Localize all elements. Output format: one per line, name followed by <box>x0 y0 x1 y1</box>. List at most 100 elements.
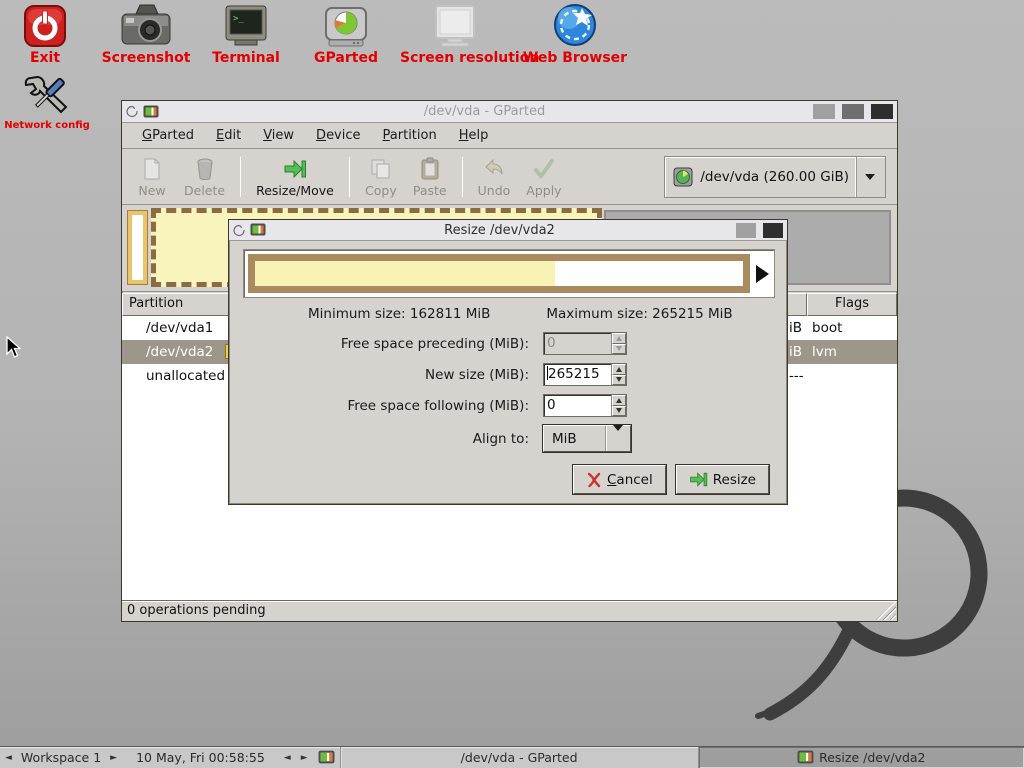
toolbar-separator <box>240 157 241 197</box>
minimum-size-label: Minimum size: 162811 MiB <box>308 306 490 322</box>
spin-up-button[interactable] <box>612 395 626 406</box>
undo-icon <box>482 157 506 181</box>
desktop-icon-screen-resolution[interactable]: Screen resolution <box>400 4 510 66</box>
delete-partition-button[interactable]: Delete <box>176 154 233 199</box>
window-resize-grip[interactable] <box>876 601 896 620</box>
terminal-icon: >_ <box>223 4 269 48</box>
gparted-task-icon <box>797 750 814 765</box>
globe-icon <box>552 2 598 48</box>
device-selector[interactable]: /dev/vda (260.00 GiB) <box>664 156 886 198</box>
undo-button[interactable]: Undo <box>470 154 519 199</box>
desktop: Exit Screenshot >_ Terminal <box>0 0 1024 768</box>
device-selector-arrow[interactable] <box>856 157 883 197</box>
desktop-icon-label: Screenshot <box>91 50 201 66</box>
resize-slider[interactable] <box>243 249 775 298</box>
maximize-button[interactable] <box>842 104 864 119</box>
resize-move-icon <box>689 470 708 489</box>
tasklist-next-arrow[interactable]: ► <box>296 753 313 763</box>
menu-device[interactable]: Device <box>306 125 370 146</box>
menu-help[interactable]: Help <box>449 125 499 146</box>
chevron-down-icon <box>865 174 875 180</box>
align-to-dropdown[interactable]: MiB <box>543 425 631 452</box>
minimize-button[interactable] <box>813 104 835 119</box>
paste-partition-button[interactable]: Paste <box>405 154 455 199</box>
device-selector-value: /dev/vda (260.00 GiB) <box>700 169 849 185</box>
desktop-icon-web-browser[interactable]: Web Browser <box>520 2 630 66</box>
toolbar: New Delete Resize/Move <box>122 149 897 205</box>
chevron-down-icon <box>606 431 630 446</box>
menu-view[interactable]: View <box>253 125 304 146</box>
task-gparted-main[interactable]: /dev/vda - GParted <box>340 747 698 768</box>
gparted-disk-icon <box>323 6 369 48</box>
free-space-preceding-label: Free space preceding (MiB): <box>229 336 529 352</box>
clock: 10 May, Fri 00:58:55 <box>122 750 279 765</box>
toolbar-separator <box>462 157 463 197</box>
copy-partition-button[interactable]: Copy <box>357 154 405 199</box>
dialog-buttons: Cancel Resize <box>573 465 769 494</box>
resize-confirm-button[interactable]: Resize <box>676 465 769 494</box>
spin-down-button[interactable] <box>612 344 626 355</box>
svg-text:>_: >_ <box>233 14 244 24</box>
desktop-icon-network-config[interactable]: Network config <box>0 72 102 131</box>
menu-partition[interactable]: Partition <box>373 125 447 146</box>
partition-visual-vda1[interactable] <box>128 211 147 284</box>
free-space-following-field[interactable]: 0 <box>543 394 627 417</box>
slider-used-space <box>255 261 555 286</box>
device-disk-icon <box>673 167 693 187</box>
desktop-icon-terminal[interactable]: >_ Terminal <box>191 4 301 66</box>
desktop-icon-gparted[interactable]: GParted <box>291 6 401 66</box>
dialog-close-button[interactable] <box>763 223 783 238</box>
resize-dialog: Resize /dev/vda2 Minimum size: 162811 Mi… <box>228 219 788 505</box>
new-document-icon <box>141 157 163 181</box>
resize-move-icon <box>283 157 307 181</box>
slider-inner-track <box>255 261 743 286</box>
new-size-field[interactable]: 265215 <box>543 363 627 386</box>
free-space-preceding-field[interactable]: 0 <box>543 332 627 355</box>
new-partition-button[interactable]: New <box>128 154 176 199</box>
apply-button[interactable]: Apply <box>518 154 569 199</box>
main-window-title: /dev/vda - GParted <box>163 104 806 119</box>
desktop-icon-label: Web Browser <box>520 50 630 66</box>
camera-icon <box>120 2 172 48</box>
paste-icon <box>419 157 441 181</box>
power-icon <box>23 4 67 48</box>
align-to-value: MiB <box>544 431 605 447</box>
spin-up-button[interactable] <box>612 364 626 375</box>
size-limits: Minimum size: 162811 MiB Maximum size: 2… <box>229 306 787 322</box>
align-to-label: Align to: <box>229 431 529 447</box>
workspace-prev-arrow[interactable]: ◄ <box>0 753 17 763</box>
slider-partition-bar[interactable] <box>248 254 750 293</box>
desktop-icon-screenshot[interactable]: Screenshot <box>91 2 201 66</box>
task-resize-dialog[interactable]: Resize /dev/vda2 <box>698 747 1024 768</box>
tools-icon <box>23 72 71 118</box>
workspace-label: Workspace 1 <box>17 750 105 765</box>
gparted-app-icon <box>143 105 159 119</box>
workspace-next-arrow[interactable]: ► <box>105 753 122 763</box>
monitor-icon <box>430 4 480 48</box>
main-titlebar[interactable]: /dev/vda - GParted <box>122 101 897 123</box>
spin-up-button[interactable] <box>612 333 626 344</box>
desktop-icon-exit[interactable]: Exit <box>0 4 100 66</box>
new-size-label: New size (MiB): <box>229 367 529 383</box>
mouse-cursor <box>6 336 24 360</box>
status-bar: 0 operations pending <box>122 600 897 621</box>
check-icon <box>532 157 556 181</box>
tasklist-prev-arrow[interactable]: ◄ <box>279 753 296 763</box>
spin-down-button[interactable] <box>612 406 626 417</box>
desktop-icon-label: Network config <box>0 120 102 131</box>
dialog-shade-button[interactable] <box>736 223 756 238</box>
spin-down-button[interactable] <box>612 375 626 386</box>
gparted-tray-icon[interactable] <box>318 750 335 765</box>
cancel-button[interactable]: Cancel <box>573 465 666 494</box>
resize-move-button[interactable]: Resize/Move <box>248 154 342 199</box>
wm-swirl-icon <box>233 224 246 237</box>
dialog-titlebar[interactable]: Resize /dev/vda2 <box>229 220 787 241</box>
pending-operations-text: 0 operations pending <box>127 603 266 618</box>
toolbar-separator <box>349 157 350 197</box>
column-header-flags[interactable]: Flags <box>807 293 897 316</box>
close-button[interactable] <box>871 104 893 119</box>
menubar: GParted Edit View Device Partition Help <box>122 123 897 149</box>
menu-edit[interactable]: Edit <box>206 125 251 146</box>
menu-gparted[interactable]: GParted <box>132 125 204 146</box>
slider-right-handle[interactable] <box>756 265 769 283</box>
